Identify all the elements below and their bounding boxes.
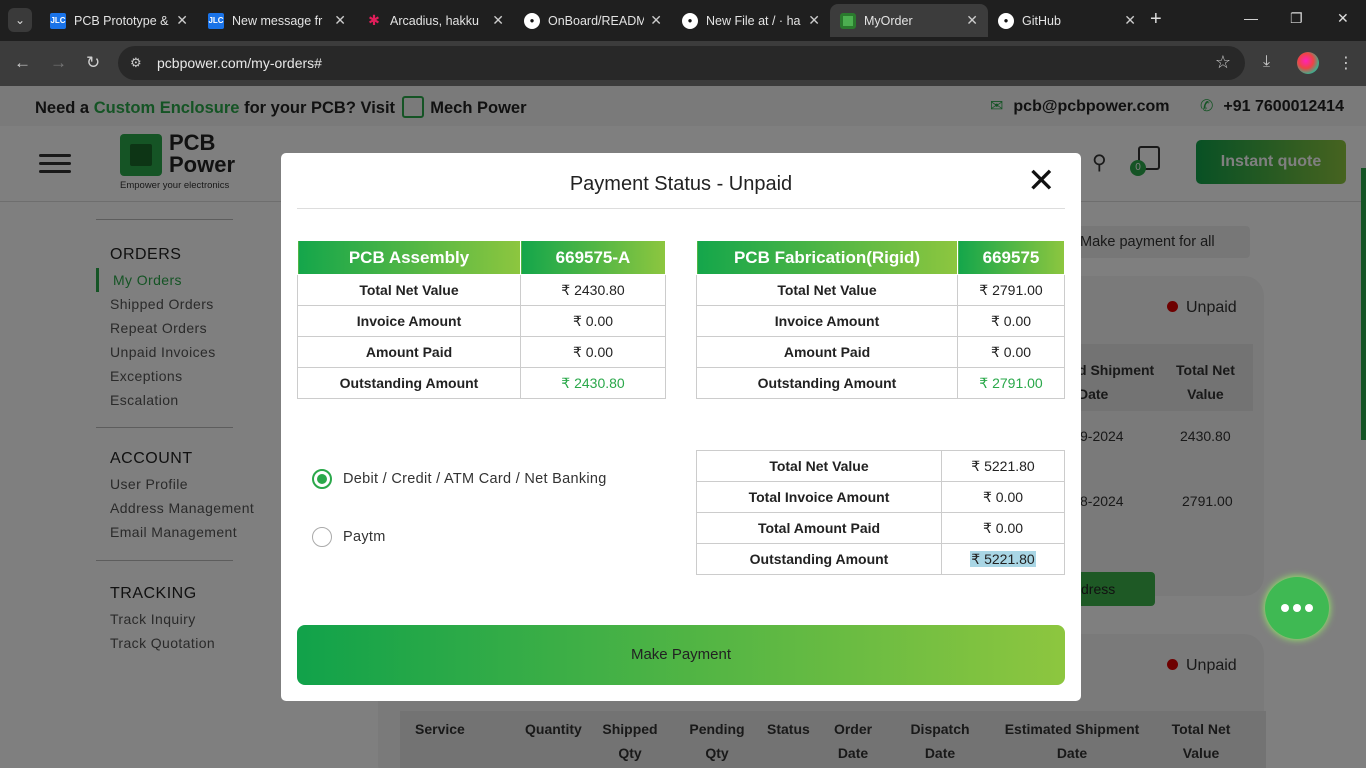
row-label: Outstanding Amount — [696, 367, 958, 399]
outstanding-value: ₹ 2791.00 — [957, 367, 1065, 399]
row-label: Total Amount Paid — [696, 512, 942, 544]
row-label: Total Net Value — [297, 274, 521, 306]
github-favicon-icon: ● — [524, 12, 540, 29]
close-tab-icon[interactable]: ✕ — [808, 12, 820, 29]
profile-avatar[interactable] — [1297, 52, 1319, 74]
payment-method-paytm-radio[interactable]: Paytm — [312, 527, 386, 547]
assembly-header: PCB Assembly — [297, 240, 521, 275]
assembly-order-id: 669575-A — [520, 240, 666, 275]
browser-tab-active[interactable]: MyOrder ✕ — [830, 4, 988, 37]
download-icon[interactable]: ⤓ — [1263, 53, 1270, 71]
row-value: ₹ 0.00 — [520, 305, 666, 337]
tab-title: MyOrder — [864, 13, 913, 28]
jlc-favicon-icon: JLC — [50, 12, 66, 29]
forward-icon[interactable]: → — [50, 53, 67, 73]
row-value: ₹ 5221.80 — [941, 450, 1065, 482]
github-favicon-icon: ● — [682, 12, 698, 29]
payment-status-modal: Payment Status - Unpaid ✕ PCB Assembly 6… — [281, 153, 1081, 701]
browser-tab[interactable]: JLC PCB Prototype & ✕ — [40, 4, 198, 37]
chat-widget-button[interactable] — [1265, 577, 1329, 639]
radio-selected-icon[interactable] — [312, 469, 332, 489]
browser-tab[interactable]: ● OnBoard/READM ✕ — [514, 4, 672, 37]
row-value: ₹ 0.00 — [941, 512, 1065, 544]
close-tab-icon[interactable]: ✕ — [1124, 12, 1136, 29]
fabrication-table: PCB Fabrication(Rigid) 669575 Total Net … — [696, 240, 1065, 399]
row-label: Outstanding Amount — [297, 367, 521, 399]
row-value: ₹ 0.00 — [957, 336, 1065, 368]
radio-label: Debit / Credit / ATM Card / Net Banking — [343, 471, 607, 487]
total-outstanding-value: ₹ 5221.80 — [970, 550, 1036, 567]
row-label: Amount Paid — [297, 336, 521, 368]
modal-title: Payment Status - Unpaid — [569, 173, 793, 195]
close-tab-icon[interactable]: ✕ — [334, 12, 346, 29]
close-window-icon[interactable]: ✕ — [1337, 10, 1349, 27]
row-value: ₹ 0.00 — [957, 305, 1065, 337]
chat-dot — [1305, 604, 1313, 612]
row-label: Invoice Amount — [297, 305, 521, 337]
tab-title: GitHub — [1022, 13, 1061, 28]
close-tab-icon[interactable]: ✕ — [176, 12, 188, 29]
row-label: Total Net Value — [696, 274, 958, 306]
jlc-favicon-icon: JLC — [208, 12, 224, 29]
url-text[interactable]: pcbpower.com/my-orders# — [157, 55, 322, 71]
row-value: ₹ 0.00 — [520, 336, 666, 368]
row-value: ₹ 0.00 — [941, 481, 1065, 513]
tab-title: New message fr — [232, 13, 323, 28]
github-favicon-icon: ● — [998, 12, 1014, 29]
browser-tab-bar: ⌄ JLC PCB Prototype & ✕ JLC New message … — [0, 0, 1366, 41]
minimize-icon[interactable]: — — [1244, 10, 1258, 26]
close-tab-icon[interactable]: ✕ — [650, 12, 662, 29]
row-label: Invoice Amount — [696, 305, 958, 337]
fabrication-header: PCB Fabrication(Rigid) — [696, 240, 958, 275]
divider — [297, 208, 1065, 209]
row-label: Total Invoice Amount — [696, 481, 942, 513]
restore-icon[interactable]: ❐ — [1290, 10, 1303, 27]
new-tab-icon[interactable]: + — [1150, 8, 1162, 31]
row-value: ₹ 2430.80 — [520, 274, 666, 306]
outstanding-value: ₹ 2430.80 — [520, 367, 666, 399]
close-tab-icon[interactable]: ✕ — [492, 12, 504, 29]
radio-label: Paytm — [343, 529, 386, 545]
radio-unselected-icon[interactable] — [312, 527, 332, 547]
summary-table: Total Net Value ₹ 5221.80 Total Invoice A… — [696, 450, 1065, 575]
tab-title: PCB Prototype & — [74, 13, 169, 28]
tab-title: New File at / · ha — [706, 13, 801, 28]
pcbpower-favicon-icon — [840, 12, 856, 29]
url-field[interactable]: ⚙ pcbpower.com/my-orders# ☆ — [118, 46, 1245, 80]
browser-tab[interactable]: ✱ Arcadius, hakku ✕ — [356, 4, 514, 37]
back-icon[interactable]: ← — [14, 53, 31, 73]
assembly-table: PCB Assembly 669575-A Total Net Value ₹ 2… — [297, 240, 666, 399]
chat-dot — [1293, 604, 1301, 612]
tab-search-button[interactable]: ⌄ — [8, 8, 32, 32]
close-tab-icon[interactable]: ✕ — [966, 12, 978, 29]
row-label: Outstanding Amount — [696, 543, 942, 575]
make-payment-button[interactable]: Make Payment — [297, 625, 1065, 685]
chat-dots-icon — [1281, 604, 1289, 612]
browser-tab[interactable]: JLC New message fr ✕ — [198, 4, 356, 37]
address-bar: ← → ↻ ⚙ pcbpower.com/my-orders# ☆ ⤓ ⋮ — [0, 41, 1366, 86]
reload-icon[interactable]: ↻ — [86, 53, 100, 73]
row-value: ₹ 2791.00 — [957, 274, 1065, 306]
row-label: Total Net Value — [696, 450, 942, 482]
bookmark-star-icon[interactable]: ☆ — [1215, 52, 1231, 73]
slack-favicon-icon: ✱ — [368, 12, 380, 28]
tab-title: Arcadius, hakku — [390, 13, 479, 28]
row-label: Amount Paid — [696, 336, 958, 368]
site-info-icon[interactable]: ⚙ — [130, 55, 142, 71]
close-icon[interactable]: ✕ — [1027, 163, 1056, 199]
browser-tab[interactable]: ● GitHub ✕ — [988, 4, 1146, 37]
fabrication-order-id: 669575 — [957, 240, 1065, 275]
menu-kebab-icon[interactable]: ⋮ — [1338, 53, 1354, 73]
browser-tab[interactable]: ● New File at / · ha ✕ — [672, 4, 830, 37]
tab-title: OnBoard/READM — [548, 13, 645, 28]
payment-method-card-radio[interactable]: Debit / Credit / ATM Card / Net Banking — [312, 469, 607, 489]
total-outstanding-cell: ₹ 5221.80 — [941, 543, 1065, 575]
